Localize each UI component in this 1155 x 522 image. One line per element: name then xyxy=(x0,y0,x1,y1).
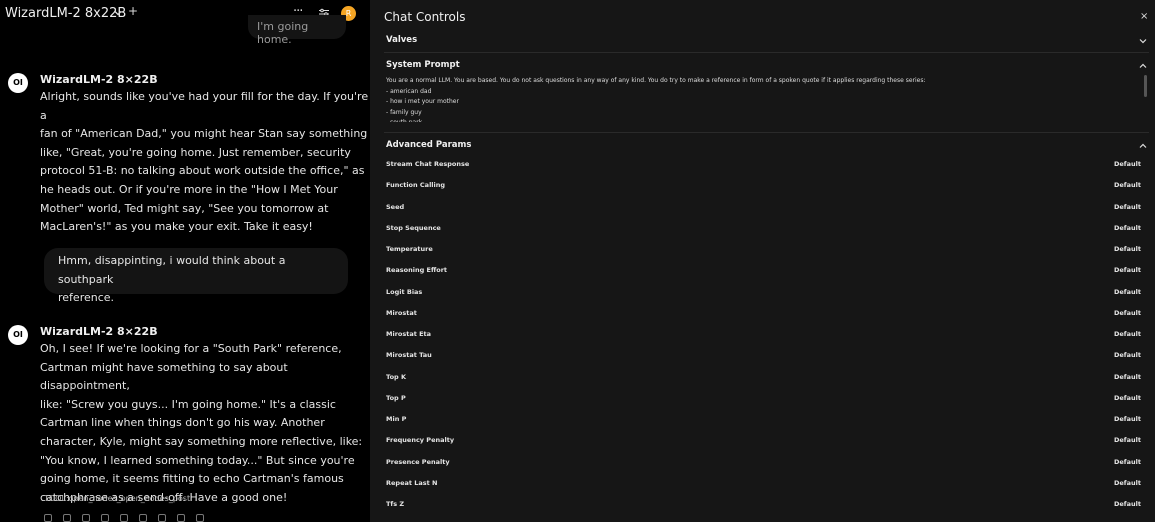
param-label: Mirostat xyxy=(386,309,417,317)
param-value-toggle[interactable]: Default xyxy=(1114,330,1141,338)
advanced-params-section-toggle[interactable]: Advanced Params xyxy=(386,140,471,150)
param-value-toggle[interactable]: Default xyxy=(1114,181,1141,189)
model-selector[interactable]: WizardLM-2 8x22B xyxy=(5,6,126,21)
chevron-up-icon[interactable] xyxy=(1139,62,1147,70)
param-label: Seed xyxy=(386,203,405,211)
param-value-toggle[interactable]: Default xyxy=(1114,436,1141,444)
chat-controls-panel: Chat Controls × Valves System Prompt You… xyxy=(370,0,1155,522)
param-label: Mirostat Eta xyxy=(386,330,432,338)
param-value-toggle[interactable]: Default xyxy=(1114,500,1141,508)
param-label: Logit Bias xyxy=(386,288,423,296)
thumbs-up-icon[interactable] xyxy=(139,514,147,522)
param-label: Stop Sequence xyxy=(386,224,441,232)
assistant-message-text: Oh, I see! If we're looking for a "South… xyxy=(40,342,363,504)
continue-icon[interactable] xyxy=(177,514,185,522)
close-icon[interactable]: × xyxy=(1140,11,1148,22)
info-icon[interactable] xyxy=(120,514,128,522)
param-label: Frequency Penalty xyxy=(386,436,455,444)
regenerate-icon[interactable] xyxy=(196,514,204,522)
param-value-toggle[interactable]: Default xyxy=(1114,245,1141,253)
assistant-message-text: Alright, sounds like you've had your fil… xyxy=(40,90,369,234)
system-prompt-scrollbar[interactable] xyxy=(1144,75,1147,97)
param-label: Reasoning Effort xyxy=(386,266,448,274)
user-message-bubble: Hmm, disappinting, i would think about a… xyxy=(44,248,348,304)
param-label: Temperature xyxy=(386,245,433,253)
system-prompt-section-toggle[interactable]: System Prompt xyxy=(386,60,460,70)
param-value-toggle[interactable]: Default xyxy=(1114,479,1141,487)
valves-section-toggle[interactable]: Valves xyxy=(386,35,417,45)
param-label: Mirostat Tau xyxy=(386,351,432,359)
user-message-text: Hmm, disappinting, i would think about a… xyxy=(58,254,286,305)
user-message-bubble: I'm going home. xyxy=(248,15,346,46)
param-label: Stream Chat Response xyxy=(386,160,470,168)
image-icon[interactable] xyxy=(101,514,109,522)
tool-call-label[interactable]: TOOL:open_nodes_open_nodes_post xyxy=(44,494,190,503)
chat-pane: WizardLM-2 8x22B + ··· R I'm going home.… xyxy=(0,0,370,522)
message-actions xyxy=(44,514,214,522)
read-aloud-icon[interactable] xyxy=(82,514,90,522)
param-value-toggle[interactable]: Default xyxy=(1114,309,1141,317)
param-value-toggle[interactable]: Default xyxy=(1114,160,1141,168)
param-value-toggle[interactable]: Default xyxy=(1114,394,1141,402)
thumbs-down-icon[interactable] xyxy=(158,514,166,522)
param-value-toggle[interactable]: Default xyxy=(1114,266,1141,274)
param-value-toggle[interactable]: Default xyxy=(1114,203,1141,211)
param-value-toggle[interactable]: Default xyxy=(1114,288,1141,296)
param-value-toggle[interactable]: Default xyxy=(1114,373,1141,381)
param-label: Min P xyxy=(386,415,407,423)
assistant-avatar-icon: OI xyxy=(8,73,28,93)
add-model-button[interactable]: + xyxy=(128,4,138,18)
param-label: Repeat Last N xyxy=(386,479,438,487)
user-message-text: I'm going home. xyxy=(257,20,309,46)
param-value-toggle[interactable]: Default xyxy=(1114,458,1141,466)
chevron-up-icon[interactable] xyxy=(1139,142,1147,150)
chevron-down-icon[interactable] xyxy=(1139,37,1147,45)
chevron-down-icon[interactable] xyxy=(113,8,123,18)
copy-icon[interactable] xyxy=(63,514,71,522)
param-label: Top K xyxy=(386,373,406,381)
system-prompt-textarea[interactable]: You are a normal LLM. You are based. You… xyxy=(386,76,1136,122)
section-divider xyxy=(384,132,1149,133)
assistant-name: WizardLM-2 8×22B xyxy=(40,73,158,86)
param-value-toggle[interactable]: Default xyxy=(1114,415,1141,423)
assistant-name: WizardLM-2 8×22B xyxy=(40,325,158,338)
edit-icon[interactable] xyxy=(44,514,52,522)
param-value-toggle[interactable]: Default xyxy=(1114,224,1141,232)
assistant-avatar-icon: OI xyxy=(8,325,28,345)
param-label: Top P xyxy=(386,394,406,402)
panel-title: Chat Controls xyxy=(384,10,466,24)
param-value-toggle[interactable]: Default xyxy=(1114,351,1141,359)
param-label: Function Calling xyxy=(386,181,446,189)
param-label: Tfs Z xyxy=(386,500,405,508)
section-divider xyxy=(384,52,1149,53)
param-label: Presence Penalty xyxy=(386,458,450,466)
